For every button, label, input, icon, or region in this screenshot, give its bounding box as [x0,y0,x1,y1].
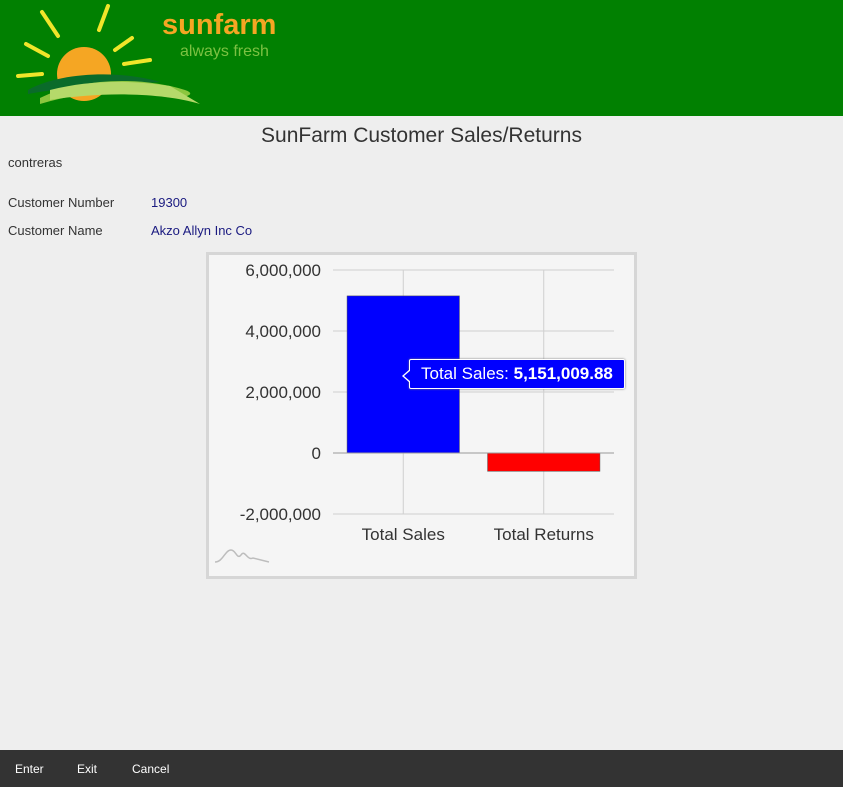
brand-name: sunfarm [162,9,277,41]
y-tick-label: 4,000,000 [245,322,321,341]
customer-number-value: 19300 [151,195,188,210]
page-title: SunFarm Customer Sales/Returns [261,124,582,147]
sales-returns-chart[interactable]: 6,000,000 4,000,000 2,000,000 0 -2,000,000 To… [206,252,637,579]
app-header: sunfarm always fresh [0,0,843,116]
bar-total-returns [487,452,601,472]
enter-button[interactable]: Enter [15,762,44,776]
cancel-button[interactable]: Cancel [132,762,169,776]
customer-name-label: Customer Name [8,223,103,238]
function-key-bar: Enter Exit Cancel [0,750,843,787]
y-tick-label: 6,000,000 [245,261,321,280]
y-tick-label: 0 [312,444,321,463]
brand-tagline: always fresh [180,43,269,60]
chart-tooltip: Total Sales: 5,151,009.88 [402,359,625,389]
x-category-label: Total Returns [494,525,594,544]
tooltip-value: 5,151,009.88 [513,364,613,383]
user-name: contreras [8,155,63,170]
chart-canvas: 6,000,000 4,000,000 2,000,000 0 -2,000,000 To… [214,261,614,563]
customer-name-value: Akzo Allyn Inc Co [151,223,253,238]
y-tick-label: -2,000,000 [240,505,321,524]
customer-number-label: Customer Number [8,195,115,210]
y-tick-label: 2,000,000 [245,383,321,402]
tooltip-label: Total Sales: [421,364,509,383]
x-category-label: Total Sales [362,525,445,544]
exit-button[interactable]: Exit [77,762,97,776]
chart-watermark-icon [214,549,270,563]
